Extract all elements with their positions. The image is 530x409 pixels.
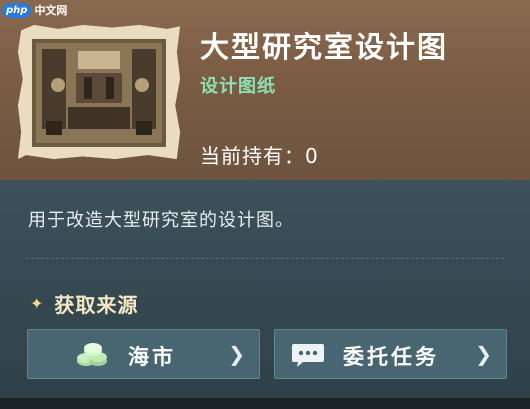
watermark-text: 中文网: [34, 4, 68, 17]
chevron-right-icon: ❯: [475, 342, 492, 366]
item-detail-card: php 中文网 大型研究室设计图 设计图纸 当前持有：0 用于改造大型研究室的设…: [0, 0, 530, 409]
watermark-logo: php: [2, 2, 32, 18]
sparkle-icon: ✦: [30, 294, 45, 313]
item-description: 用于改造大型研究室的设计图。: [28, 210, 294, 231]
bottom-strip: [0, 398, 530, 409]
blueprint-image: [18, 25, 180, 159]
item-thumbnail: [18, 25, 180, 159]
item-header: php 中文网 大型研究室设计图 设计图纸 当前持有：0: [0, 0, 530, 180]
item-name: 大型研究室设计图: [200, 30, 449, 64]
commission-source-button[interactable]: 委托任务 ❯: [274, 329, 507, 379]
chevron-right-icon: ❯: [228, 342, 245, 366]
commission-source-label: 委托任务: [343, 345, 439, 369]
chat-bubble-icon: [292, 344, 324, 367]
coins-icon: [77, 343, 107, 366]
divider: [26, 258, 504, 259]
market-source-label: 海市: [128, 345, 176, 369]
item-type: 设计图纸: [200, 76, 276, 97]
owned-count: 当前持有：0: [200, 144, 319, 168]
source-heading-label: 获取来源: [54, 293, 139, 317]
watermark: php 中文网: [2, 1, 67, 19]
market-source-button[interactable]: 海市 ❯: [27, 329, 260, 379]
source-heading: ✦ 获取来源: [30, 289, 138, 318]
